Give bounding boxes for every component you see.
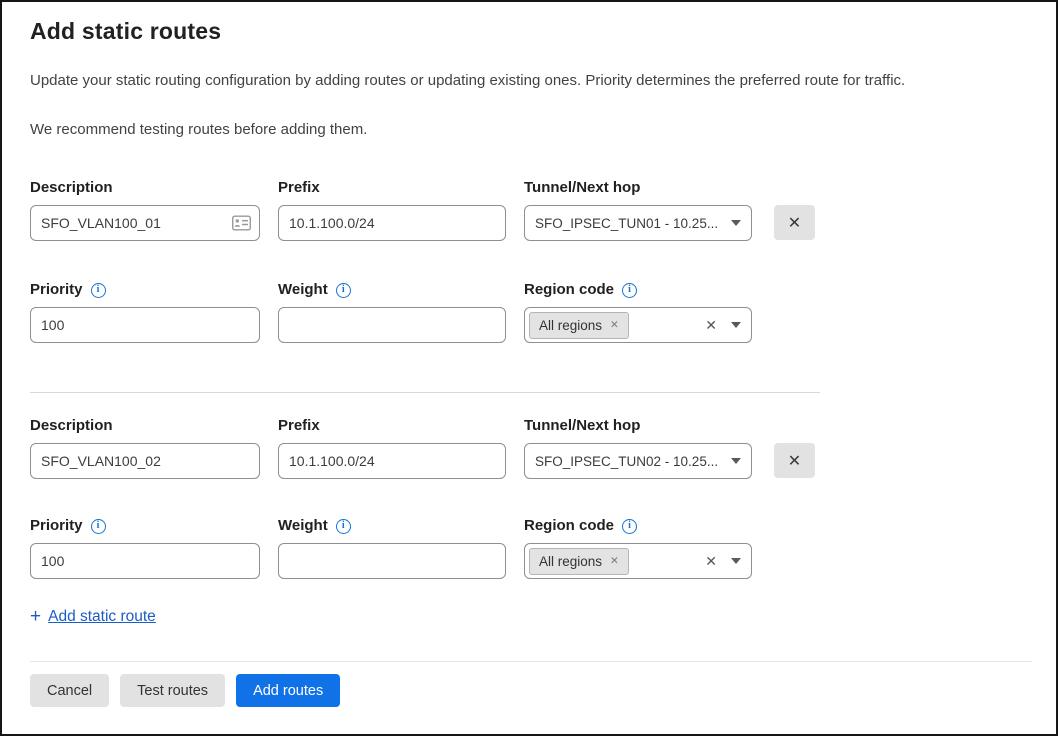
prefix-label: Prefix <box>278 178 506 198</box>
region-code-label: Region code i <box>524 280 752 300</box>
section-divider <box>30 392 820 393</box>
close-icon: ✕ <box>788 213 801 233</box>
region-chip: All regions ✕ <box>529 548 629 575</box>
footer-divider <box>30 661 1032 662</box>
add-static-route-link[interactable]: Add static route <box>48 608 156 626</box>
region-code-select[interactable]: All regions ✕ ✕ <box>524 307 752 343</box>
remove-route-button[interactable]: ✕ <box>774 443 815 478</box>
weight-label: Weight i <box>278 280 506 300</box>
region-code-label-text: Region code <box>524 516 614 536</box>
weight-label-text: Weight <box>278 280 328 300</box>
prefix-input[interactable] <box>278 205 506 241</box>
info-icon[interactable]: i <box>336 519 351 534</box>
region-chip-label: All regions <box>539 554 602 569</box>
priority-label: Priority i <box>30 280 260 300</box>
add-routes-button[interactable]: Add routes <box>236 674 340 707</box>
region-code-label-text: Region code <box>524 280 614 300</box>
tunnel-next-hop-label: Tunnel/Next hop <box>524 416 752 436</box>
tunnel-next-hop-label: Tunnel/Next hop <box>524 178 752 198</box>
chevron-down-icon <box>731 322 741 328</box>
prefix-input[interactable] <box>278 443 506 479</box>
region-chip-label: All regions <box>539 318 602 333</box>
chevron-down-icon <box>731 558 741 564</box>
description-input[interactable] <box>30 205 260 241</box>
chevron-down-icon <box>731 458 741 464</box>
clear-selection-icon[interactable]: ✕ <box>703 317 719 334</box>
region-code-select[interactable]: All regions ✕ ✕ <box>524 543 752 579</box>
weight-label-text: Weight <box>278 516 328 536</box>
footer-actions: Cancel Test routes Add routes <box>30 674 1028 707</box>
clear-selection-icon[interactable]: ✕ <box>703 553 719 570</box>
info-icon[interactable]: i <box>91 519 106 534</box>
weight-input[interactable] <box>278 307 506 343</box>
test-routes-button[interactable]: Test routes <box>120 674 225 707</box>
priority-input[interactable] <box>30 307 260 343</box>
priority-input[interactable] <box>30 543 260 579</box>
info-icon[interactable]: i <box>336 283 351 298</box>
close-icon: ✕ <box>788 451 801 471</box>
info-icon[interactable]: i <box>91 283 106 298</box>
plus-icon: + <box>30 607 41 626</box>
description-label: Description <box>30 178 260 198</box>
remove-chip-icon[interactable]: ✕ <box>610 319 619 331</box>
weight-input[interactable] <box>278 543 506 579</box>
add-static-routes-dialog: Add static routes Update your static rou… <box>0 0 1058 736</box>
tunnel-next-hop-select[interactable]: SFO_IPSEC_TUN02 - 10.25... <box>524 443 752 479</box>
tunnel-selected-value: SFO_IPSEC_TUN02 - 10.25... <box>535 454 723 469</box>
weight-label: Weight i <box>278 516 506 536</box>
page-title: Add static routes <box>30 16 1028 46</box>
priority-label-text: Priority <box>30 516 83 536</box>
route-group-1: Description Prefix <box>30 178 1028 343</box>
remove-chip-icon[interactable]: ✕ <box>610 555 619 567</box>
tunnel-next-hop-select[interactable]: SFO_IPSEC_TUN01 - 10.25... <box>524 205 752 241</box>
info-icon[interactable]: i <box>622 519 637 534</box>
region-chip: All regions ✕ <box>529 312 629 339</box>
priority-label-text: Priority <box>30 280 83 300</box>
cancel-button[interactable]: Cancel <box>30 674 109 707</box>
prefix-label: Prefix <box>278 416 506 436</box>
description-input[interactable] <box>30 443 260 479</box>
info-icon[interactable]: i <box>622 283 637 298</box>
dialog-description: Update your static routing configuration… <box>30 71 1028 91</box>
contact-card-icon <box>232 216 251 231</box>
chevron-down-icon <box>731 220 741 226</box>
description-label: Description <box>30 416 260 436</box>
region-code-label: Region code i <box>524 516 752 536</box>
dialog-recommendation: We recommend testing routes before addin… <box>30 120 1028 140</box>
route-group-2: Description Prefix Tunnel/Next hop SFO_I… <box>30 416 1028 579</box>
remove-route-button[interactable]: ✕ <box>774 205 815 240</box>
priority-label: Priority i <box>30 516 260 536</box>
tunnel-selected-value: SFO_IPSEC_TUN01 - 10.25... <box>535 216 723 231</box>
